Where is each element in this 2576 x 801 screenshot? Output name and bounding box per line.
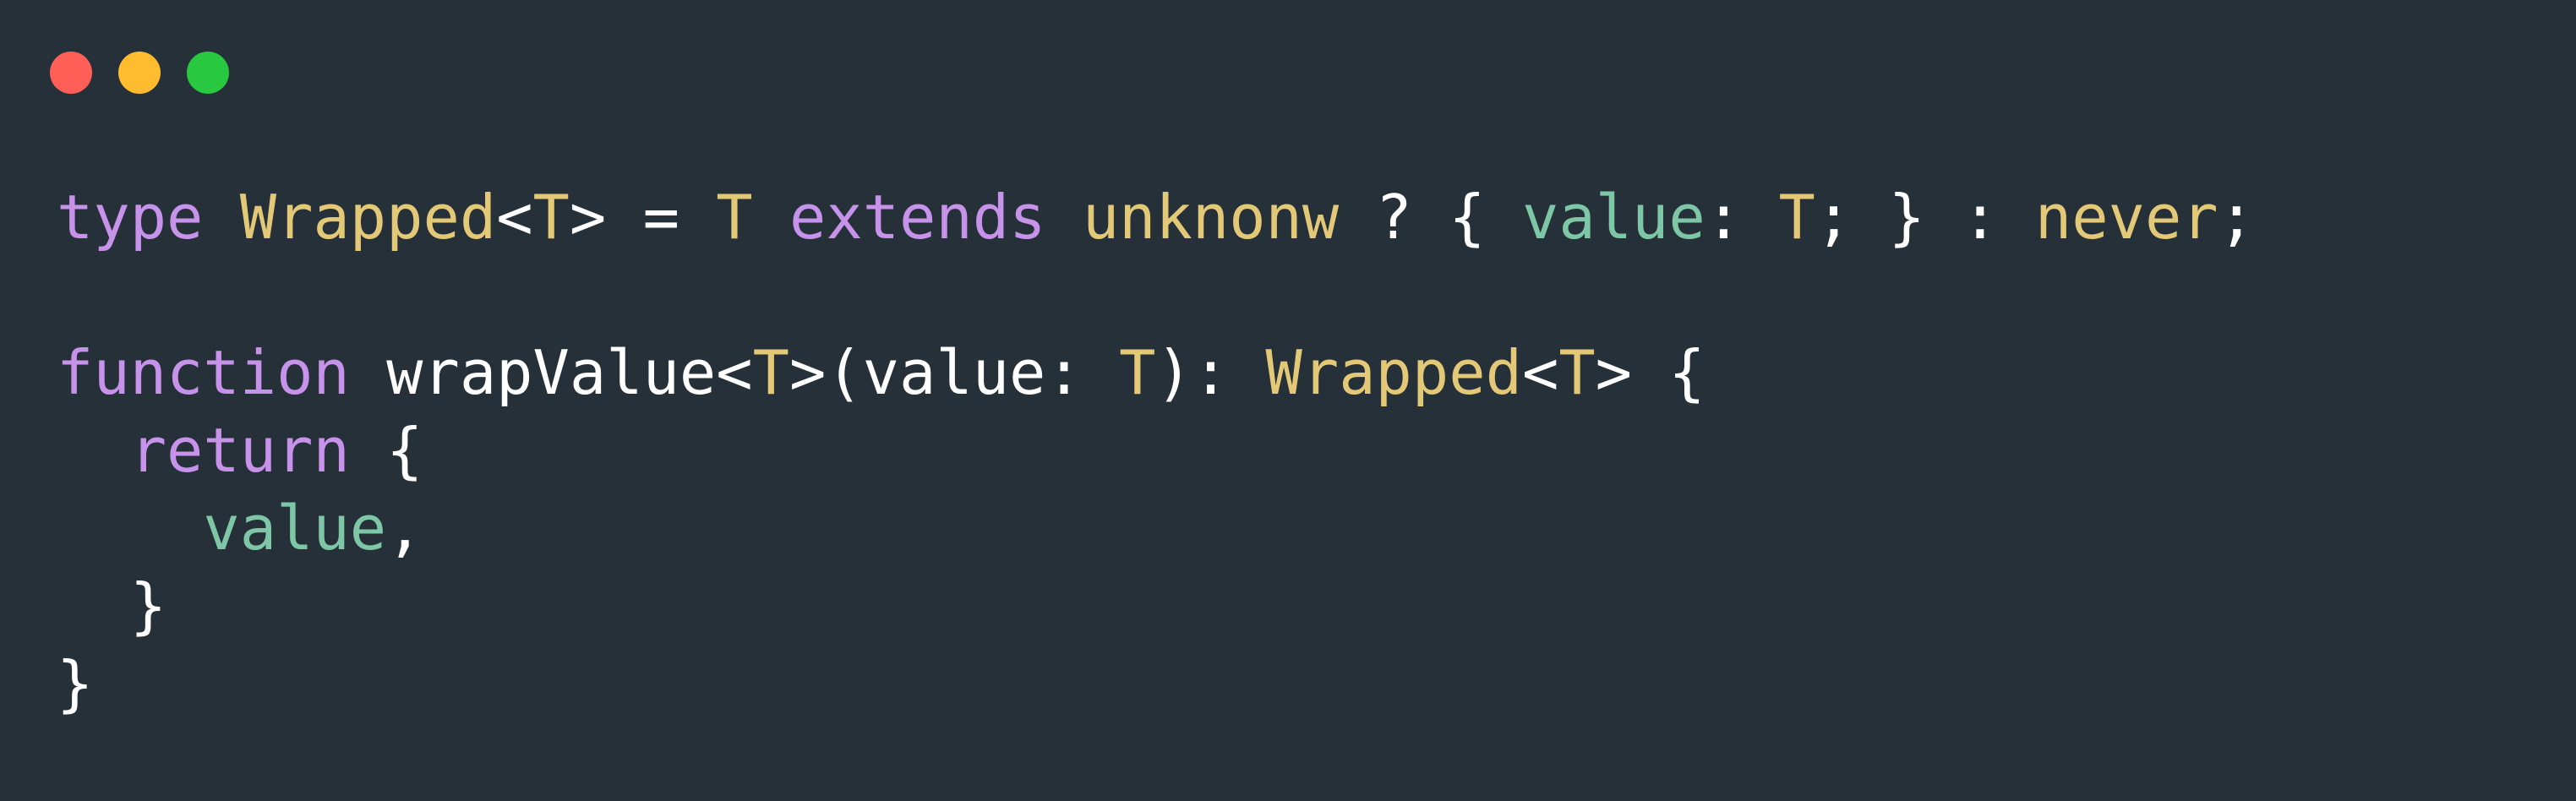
code-token-plain: , — [386, 493, 423, 564]
code-token-type: T — [1119, 337, 1156, 408]
code-token-plain: : — [1705, 182, 1779, 253]
code-window: type Wrapped<T> = T extends unknonw ? { … — [0, 0, 2576, 801]
code-token-plain: wrapValue< — [349, 337, 753, 408]
code-token-type: unknonw — [1082, 182, 1340, 253]
code-token-plain: > = — [569, 182, 717, 253]
code-line: return { — [57, 411, 2255, 489]
code-token-plain: ? { — [1339, 182, 1522, 253]
code-token-type: Wrapped — [1265, 337, 1522, 408]
code-token-type: T — [716, 182, 753, 253]
code-line: } — [57, 567, 2255, 645]
code-token-property: value — [203, 493, 387, 564]
code-token-plain: ): — [1155, 337, 1266, 408]
code-line: value, — [57, 489, 2255, 567]
code-line: } — [57, 645, 2255, 722]
code-line: type Wrapped<T> = T extends unknonw ? { … — [57, 178, 2255, 256]
code-token-type: T — [752, 337, 789, 408]
code-token-type: T — [1558, 337, 1596, 408]
code-token-plain: >(value: — [789, 337, 1120, 408]
code-token-type: T — [1778, 182, 1815, 253]
zoom-button[interactable] — [187, 52, 229, 94]
code-token-plain: { — [349, 415, 423, 486]
code-token-plain: } — [57, 570, 167, 641]
code-token-keyword: function — [57, 337, 350, 408]
code-token-plain: < — [496, 182, 533, 253]
code-line: function wrapValue<T>(value: T): Wrapped… — [57, 334, 2255, 411]
window-controls — [50, 52, 229, 94]
code-token-plain: < — [1521, 337, 1559, 408]
code-block: type Wrapped<T> = T extends unknonw ? { … — [57, 178, 2255, 722]
close-button[interactable] — [50, 52, 92, 94]
code-token-plain: > { — [1595, 337, 1706, 408]
code-token-plain: } — [57, 648, 94, 719]
minimize-button[interactable] — [118, 52, 161, 94]
code-token-keyword: return — [129, 415, 350, 486]
code-token-plain: ; } : — [1815, 182, 2035, 253]
code-token-type: T — [532, 182, 570, 253]
code-token-keyword: type — [57, 182, 204, 253]
code-token-type: Wrapped — [239, 182, 497, 253]
code-token-type: never — [2034, 182, 2219, 253]
code-token-plain: ; — [2218, 182, 2256, 253]
code-token-property: value — [1522, 182, 1706, 253]
code-token-keyword: extends — [789, 182, 1046, 253]
